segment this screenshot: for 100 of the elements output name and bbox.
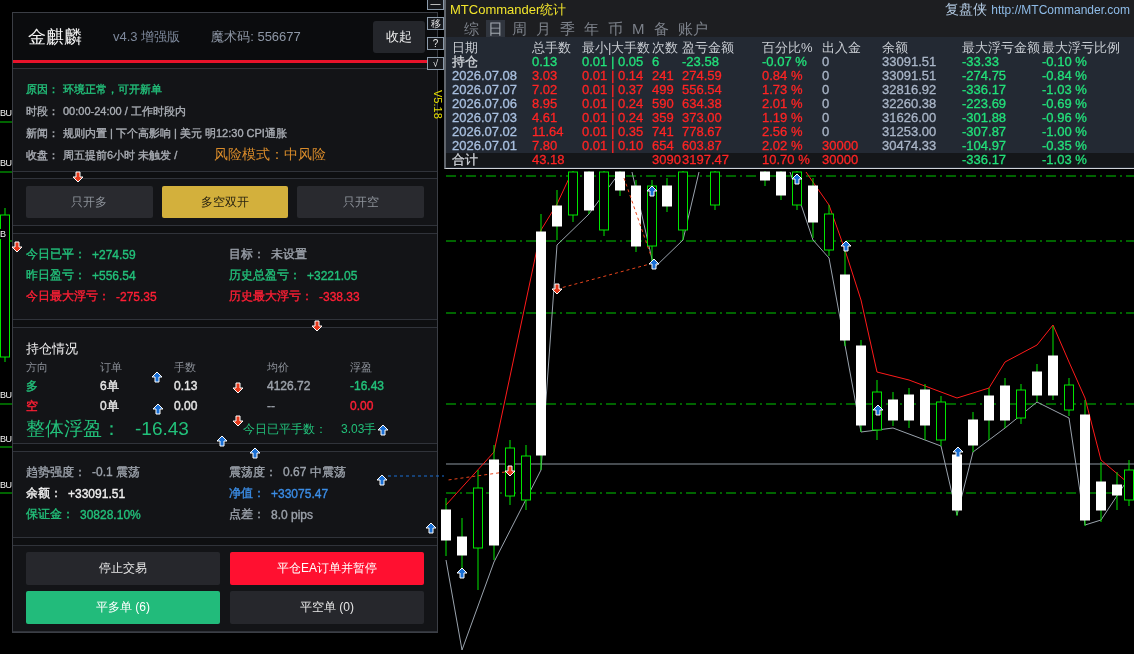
tool-button[interactable]: 移 [427, 17, 444, 30]
version-tag: V5.18 [432, 90, 443, 119]
candlestick [1016, 383, 1026, 425]
table-cell: -223.69 [962, 97, 1007, 111]
table-cell: 0.13 [174, 378, 198, 394]
table-cell: 0 [822, 83, 830, 97]
tool-button[interactable]: ? [427, 37, 444, 50]
direction-cell: 空 [26, 398, 38, 414]
action-button[interactable]: 平多单 (6) [26, 591, 220, 624]
table-cell: -1.03 % [1042, 83, 1087, 97]
up-arrow-icon [216, 435, 228, 447]
column-header: 浮盈 [350, 360, 372, 375]
risk-mode-label: 风险模式：中风险 [214, 146, 326, 164]
mode-button[interactable]: 只开空 [297, 186, 424, 218]
down-arrow-icon [504, 465, 516, 477]
table-cell: 0.01 | 0.24 [582, 111, 644, 125]
period-tab[interactable]: 周 [510, 19, 529, 37]
table-cell: 8.95 [532, 97, 558, 111]
period-tab[interactable]: 备 [651, 19, 671, 37]
info-value: 环境正常，可开新单 [63, 81, 162, 97]
table-cell: 778.67 [682, 125, 722, 139]
website-link[interactable]: http://MTCommander.com [991, 2, 1130, 17]
table-cell: 0 [822, 97, 830, 111]
down-arrow-icon [72, 171, 84, 183]
table-cell: 0.84 % [762, 69, 803, 83]
candlestick [521, 444, 531, 511]
period-tab[interactable]: 月 [534, 19, 553, 37]
table-cell: -274.75 [962, 69, 1007, 83]
up-arrow-icon [648, 258, 660, 270]
tool-button[interactable]: √ [427, 57, 444, 70]
stat-value: +33091.51 [68, 486, 126, 501]
collapse-button[interactable]: 收起 [373, 20, 425, 53]
stat-label: 保证金： [26, 506, 74, 523]
period-tab[interactable]: 账户 [675, 19, 710, 37]
candlestick [1112, 471, 1122, 511]
table-cell: -0.07 % [762, 55, 807, 69]
table-cell: 30474.33 [882, 139, 937, 153]
period-tab[interactable]: 季 [558, 19, 577, 37]
column-header: 百分比% [762, 40, 813, 55]
period-tab[interactable]: 年 [582, 19, 601, 37]
column-header: 盈亏金额 [682, 40, 734, 55]
table-cell: -336.17 [962, 83, 1007, 97]
candlestick [678, 170, 688, 241]
table-cell: 4.61 [532, 111, 558, 125]
candlestick [584, 170, 594, 215]
candlestick [441, 497, 451, 557]
column-header: 手数 [174, 360, 196, 375]
column-header: 总手数 [532, 40, 571, 55]
up-arrow-icon [840, 240, 852, 252]
table-cell: -1.03 % [1042, 153, 1087, 167]
column-header: 次数 [652, 40, 678, 55]
candlestick [1000, 377, 1010, 429]
info-label: 收盘： [26, 147, 59, 163]
table-cell: 1.19 % [762, 111, 803, 125]
action-button[interactable]: 平仓EA订单并暂停 [230, 552, 424, 585]
down-arrow-icon [311, 320, 323, 332]
closed-lots-value: 3.03手 [341, 420, 377, 438]
action-button[interactable]: 平空单 (0) [230, 591, 424, 624]
table-cell: 590 [652, 97, 674, 111]
line-label: BU [0, 108, 12, 118]
mode-button[interactable]: 多空双开 [161, 186, 289, 218]
table-cell: 4126.72 [267, 378, 311, 394]
up-arrow-icon [952, 446, 964, 458]
stat-label: 趋势强度： [26, 464, 86, 481]
stat-value: -338.33 [319, 289, 360, 304]
info-value: 规则内置 | 下个高影响 | 美元 明12:30 CPI通胀 [63, 125, 287, 141]
app-title: 金麒麟 [28, 25, 82, 49]
up-arrow-icon [249, 447, 261, 459]
table-cell: -104.97 [962, 139, 1007, 153]
table-cell: 0.01 | 0.05 [582, 55, 644, 69]
period-tab[interactable]: 日 [486, 19, 505, 37]
tool-button[interactable]: — [427, 0, 444, 10]
table-cell: 359 [652, 111, 674, 125]
line-label: BU [0, 434, 12, 444]
table-cell: 741 [652, 125, 674, 139]
period-tab[interactable]: M [630, 19, 647, 37]
table-cell: 0.00 [350, 398, 374, 414]
info-value: 00:00-24:00 / 工作时段内 [63, 103, 186, 119]
down-arrow-icon [232, 382, 244, 394]
up-arrow-icon [456, 567, 468, 579]
table-cell: 603.87 [682, 139, 722, 153]
mode-button[interactable]: 只开多 [26, 186, 153, 218]
brand-label: 复盘侠 [945, 0, 988, 19]
period-tab[interactable]: 币 [606, 19, 625, 37]
action-button[interactable]: 停止交易 [26, 552, 220, 585]
trade-line [447, 471, 506, 481]
stat-value: +556.54 [92, 268, 136, 283]
table-cell: 0.01 | 0.37 [582, 83, 644, 97]
direction-cell: 多 [26, 378, 38, 394]
column-header: 最大浮亏金额 [962, 40, 1040, 55]
line-label: BU [0, 390, 12, 400]
candlestick [904, 387, 914, 429]
candlestick [615, 170, 625, 197]
table-cell: -23.58 [682, 55, 719, 69]
period-tab[interactable]: 综 [462, 19, 481, 37]
table-cell: 0 [822, 69, 830, 83]
row-label: 持仓 [452, 55, 478, 69]
table-cell: 241 [652, 69, 674, 83]
down-arrow-icon [232, 415, 244, 427]
level-line [0, 121, 13, 123]
